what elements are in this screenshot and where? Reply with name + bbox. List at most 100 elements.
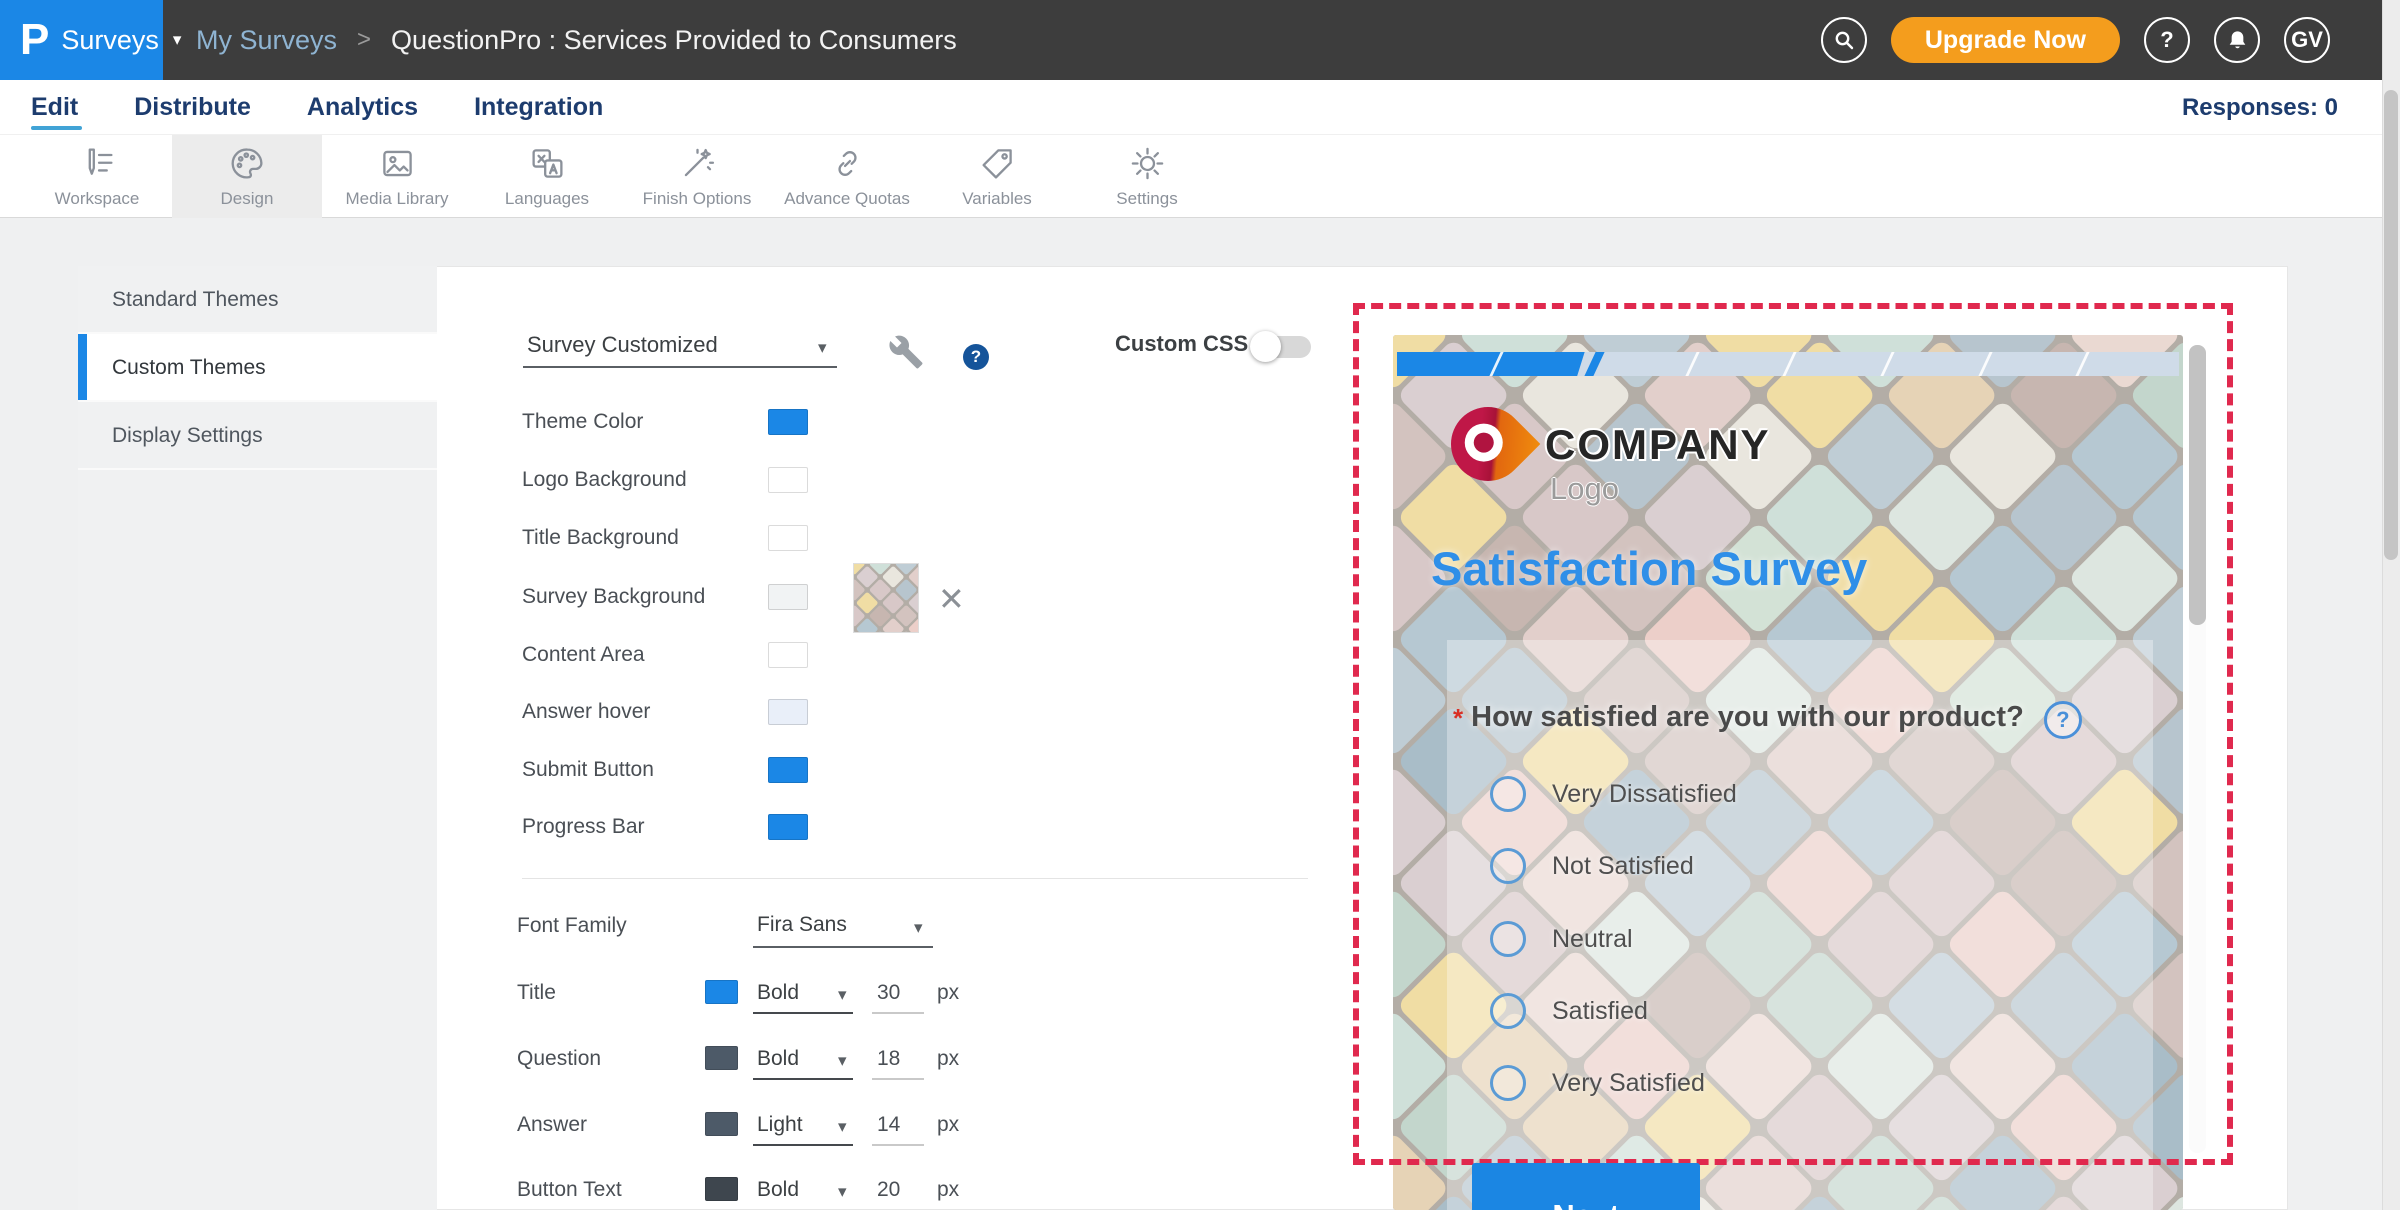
upgrade-now-button[interactable]: Upgrade Now xyxy=(1891,17,2120,63)
theme-select-underline xyxy=(523,366,837,368)
breadcrumb: My Surveys > QuestionPro : Services Prov… xyxy=(196,0,957,80)
weight-underline xyxy=(753,1078,853,1080)
color-row-label: Title Background xyxy=(522,526,679,550)
custom-css-toggle[interactable] xyxy=(1253,336,1311,358)
unit-label: px xyxy=(937,1047,959,1071)
tab-distribute[interactable]: Distribute xyxy=(134,87,251,128)
chevron-down-icon[interactable]: ▾ xyxy=(914,918,923,938)
size-underline xyxy=(872,1078,924,1080)
active-indicator xyxy=(78,334,87,400)
toolbar-item-languages[interactable]: Languages xyxy=(472,135,622,218)
content-area-swatch[interactable] xyxy=(768,642,808,668)
progress-bar-swatch[interactable] xyxy=(768,814,808,840)
surveys-menu[interactable]: P Surveys ▾ xyxy=(0,0,163,80)
answer-option[interactable]: Not Satisfied xyxy=(1490,848,1694,884)
answer-color-swatch[interactable] xyxy=(705,1112,738,1136)
question-weight-select[interactable]: Bold xyxy=(757,1047,799,1071)
chevron-down-icon[interactable]: ▾ xyxy=(838,1182,847,1202)
radio-icon[interactable] xyxy=(1490,921,1526,957)
toolbar-item-media-library[interactable]: Media Library xyxy=(322,135,472,218)
avatar[interactable]: GV xyxy=(2284,17,2330,63)
theme-color-swatch[interactable] xyxy=(768,409,808,435)
button-text-color-swatch[interactable] xyxy=(705,1177,738,1201)
theme-help-icon[interactable]: ? xyxy=(963,344,989,370)
answer-weight-select[interactable]: Light xyxy=(757,1113,803,1137)
toolbar-item-design[interactable]: Design xyxy=(172,135,322,218)
progress-fill-sliver xyxy=(1584,352,1604,376)
toolbar-item-label: Advance Quotas xyxy=(784,189,910,209)
font-family-select[interactable]: Fira Sans xyxy=(757,913,847,937)
survey-background-swatch[interactable] xyxy=(768,584,808,610)
title-color-swatch[interactable] xyxy=(705,980,738,1004)
tab-analytics[interactable]: Analytics xyxy=(307,87,418,128)
toolbar-item-settings[interactable]: Settings xyxy=(1072,135,1222,218)
surveys-menu-label: Surveys xyxy=(61,25,159,56)
size-underline xyxy=(872,1012,924,1014)
breadcrumb-my-surveys[interactable]: My Surveys xyxy=(196,25,337,56)
answer-option[interactable]: Very Dissatisfied xyxy=(1490,776,1737,812)
preview-scrollbar-thumb[interactable] xyxy=(2189,345,2206,625)
design-icon xyxy=(229,145,266,182)
toolbar-item-label: Design xyxy=(221,189,274,209)
preview-scrollbar[interactable] xyxy=(2189,345,2206,1153)
title-weight-select[interactable]: Bold xyxy=(757,981,799,1005)
color-row-label: Answer hover xyxy=(522,700,650,724)
help-button[interactable]: ? xyxy=(2144,17,2190,63)
radio-icon[interactable] xyxy=(1490,1065,1526,1101)
answer-option[interactable]: Satisfied xyxy=(1490,993,1648,1029)
toolbar-item-advance-quotas[interactable]: Advance Quotas xyxy=(772,135,922,218)
title-size-input[interactable]: 30 xyxy=(877,981,900,1005)
tab-integration[interactable]: Integration xyxy=(474,87,603,128)
toolbar-item-label: Workspace xyxy=(55,189,140,209)
questionpro-logo-icon: P xyxy=(20,18,49,62)
sidebar-item-custom-themes[interactable]: Custom Themes xyxy=(78,334,437,402)
sidebar-item-display-settings[interactable]: Display Settings xyxy=(78,402,437,470)
next-button[interactable]: Next xyxy=(1472,1163,1700,1210)
answer-hover-swatch[interactable] xyxy=(768,699,808,725)
answer-option[interactable]: Very Satisfied xyxy=(1490,1065,1705,1101)
chevron-down-icon[interactable]: ▾ xyxy=(838,1117,847,1137)
responses-count[interactable]: Responses: 0 xyxy=(2182,94,2338,122)
page-scrollbar-thumb[interactable] xyxy=(2384,90,2398,560)
design-toolbar: Workspace Design Media Library Languages… xyxy=(0,134,2400,218)
chevron-down-icon[interactable]: ▾ xyxy=(838,985,847,1005)
radio-icon[interactable] xyxy=(1490,776,1526,812)
sidebar-item-standard-themes[interactable]: Standard Themes xyxy=(78,266,437,334)
survey-progress-bar xyxy=(1397,352,2179,376)
tab-edit[interactable]: Edit xyxy=(31,87,78,128)
chevron-down-icon[interactable]: ▾ xyxy=(838,1051,847,1071)
notifications-button[interactable] xyxy=(2214,17,2260,63)
answer-size-input[interactable]: 14 xyxy=(877,1113,900,1137)
toolbar-item-finish-options[interactable]: Finish Options xyxy=(622,135,772,218)
color-row-label: Survey Background xyxy=(522,585,705,609)
question-size-input[interactable]: 18 xyxy=(877,1047,900,1071)
workspace-icon xyxy=(79,145,116,182)
toolbar-item-workspace[interactable]: Workspace xyxy=(22,135,172,218)
button-text-size-input[interactable]: 20 xyxy=(877,1178,900,1202)
remove-background-image-button close-icon[interactable]: ✕ xyxy=(938,580,965,618)
toolbar-item-variables[interactable]: Variables xyxy=(922,135,1072,218)
search-button[interactable] xyxy=(1821,17,1867,63)
answer-option-label: Neutral xyxy=(1552,925,1633,954)
chevron-down-icon[interactable]: ▾ xyxy=(818,338,827,358)
radio-icon[interactable] xyxy=(1490,993,1526,1029)
chevron-down-icon: ▾ xyxy=(173,30,182,50)
toolbar-item-label: Variables xyxy=(962,189,1032,209)
button-text-weight-select[interactable]: Bold xyxy=(757,1178,799,1202)
toolbar-item-label: Settings xyxy=(1116,189,1177,209)
survey-background-thumbnail[interactable] xyxy=(853,563,919,633)
color-row-label: Submit Button xyxy=(522,758,654,782)
logo-background-swatch[interactable] xyxy=(768,467,808,493)
wrench-icon[interactable] xyxy=(888,334,924,370)
submit-button-swatch[interactable] xyxy=(768,757,808,783)
survey-preview-panel: COMPANY Logo Satisfaction Survey * How s… xyxy=(1393,335,2183,1210)
theme-select[interactable]: Survey Customized xyxy=(527,332,718,358)
question-help-icon[interactable]: ? xyxy=(2044,701,2082,739)
answer-option[interactable]: Neutral xyxy=(1490,921,1633,957)
company-logo-tagline: Logo xyxy=(1550,471,1619,507)
question-color-swatch[interactable] xyxy=(705,1046,738,1070)
title-background-swatch[interactable] xyxy=(768,525,808,551)
radio-icon[interactable] xyxy=(1490,848,1526,884)
search-icon xyxy=(1832,28,1856,52)
help-icon: ? xyxy=(2160,27,2173,53)
